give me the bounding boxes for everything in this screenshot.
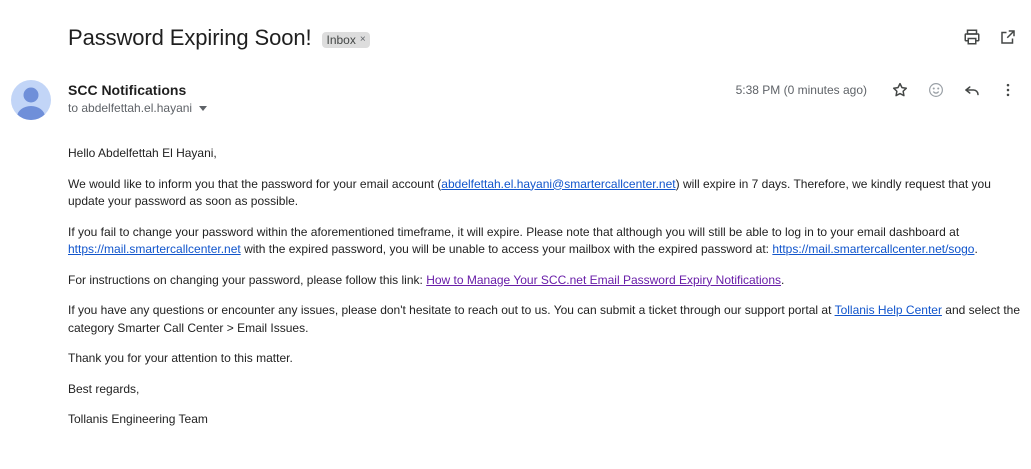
more-vertical-icon[interactable] bbox=[997, 79, 1019, 101]
remove-label-icon[interactable]: × bbox=[360, 34, 366, 45]
help-center-link[interactable]: Tollanis Help Center bbox=[835, 303, 942, 317]
label-chip-text: Inbox bbox=[326, 32, 356, 47]
paragraph-text: For instructions on changing your passwo… bbox=[68, 272, 427, 287]
message-timestamp: 5:38 PM (0 minutes ago) bbox=[735, 83, 867, 97]
signature: Tollanis Engineering Team bbox=[68, 412, 208, 426]
paragraph-text: If you fail to change your password with… bbox=[68, 224, 960, 239]
emoji-reaction-icon[interactable] bbox=[925, 79, 947, 101]
sign-off: Best regards, bbox=[68, 381, 140, 396]
email-subject: Password Expiring Soon! bbox=[68, 25, 312, 50]
paragraph-support: If you have any questions or encounter a… bbox=[68, 302, 1023, 337]
open-in-new-window-icon[interactable] bbox=[997, 26, 1019, 48]
sender-avatar[interactable] bbox=[11, 80, 51, 120]
recipient-line: to abdelfettah.el.hayani bbox=[68, 101, 208, 115]
password-instructions-link[interactable]: How to Manage Your SCC.net Email Passwor… bbox=[426, 273, 781, 287]
greeting: Hello Abdelfettah El Hayani, bbox=[68, 146, 217, 160]
mailbox-sogo-link[interactable]: https://mail.smartercallcenter.net/sogo bbox=[772, 242, 974, 256]
chevron-down-icon[interactable] bbox=[199, 106, 208, 111]
email-account-link[interactable]: abdelfettah.el.hayani@smartercallcenter.… bbox=[441, 177, 675, 191]
printer-icon[interactable] bbox=[961, 26, 983, 48]
subject-row: Password Expiring Soon! Inbox × bbox=[68, 22, 1031, 54]
star-icon[interactable] bbox=[889, 79, 911, 101]
paragraph-warning: If you fail to change your password with… bbox=[68, 224, 1023, 259]
reply-icon[interactable] bbox=[961, 79, 983, 101]
message-meta: 5:38 PM (0 minutes ago) bbox=[736, 79, 1019, 101]
paragraph-text: . bbox=[974, 242, 978, 256]
paragraph-instructions: For instructions on changing your passwo… bbox=[68, 272, 1023, 290]
paragraph-text: . bbox=[781, 272, 785, 287]
paragraph-expiry-notice: We would like to inform you that the pas… bbox=[68, 176, 1023, 211]
paragraph-text: with the expired password, you will be u… bbox=[240, 242, 773, 256]
email-body: Hello Abdelfettah El Hayani, We would li… bbox=[68, 145, 1023, 442]
paragraph-text: If you have any questions or encounter a… bbox=[68, 303, 835, 317]
thread-actions bbox=[961, 26, 1019, 48]
sender-name[interactable]: SCC Notifications bbox=[68, 82, 186, 98]
recipient-text: to abdelfettah.el.hayani bbox=[68, 101, 193, 115]
email-view: Password Expiring Soon! Inbox × SCC Noti… bbox=[0, 0, 1031, 469]
inbox-label-chip[interactable]: Inbox × bbox=[321, 31, 370, 48]
paragraph-thanks: Thank you for your attention to this mat… bbox=[68, 351, 293, 365]
mail-dashboard-link[interactable]: https://mail.smartercallcenter.net bbox=[68, 242, 241, 256]
paragraph-text: We would like to inform you that the pas… bbox=[68, 176, 442, 191]
